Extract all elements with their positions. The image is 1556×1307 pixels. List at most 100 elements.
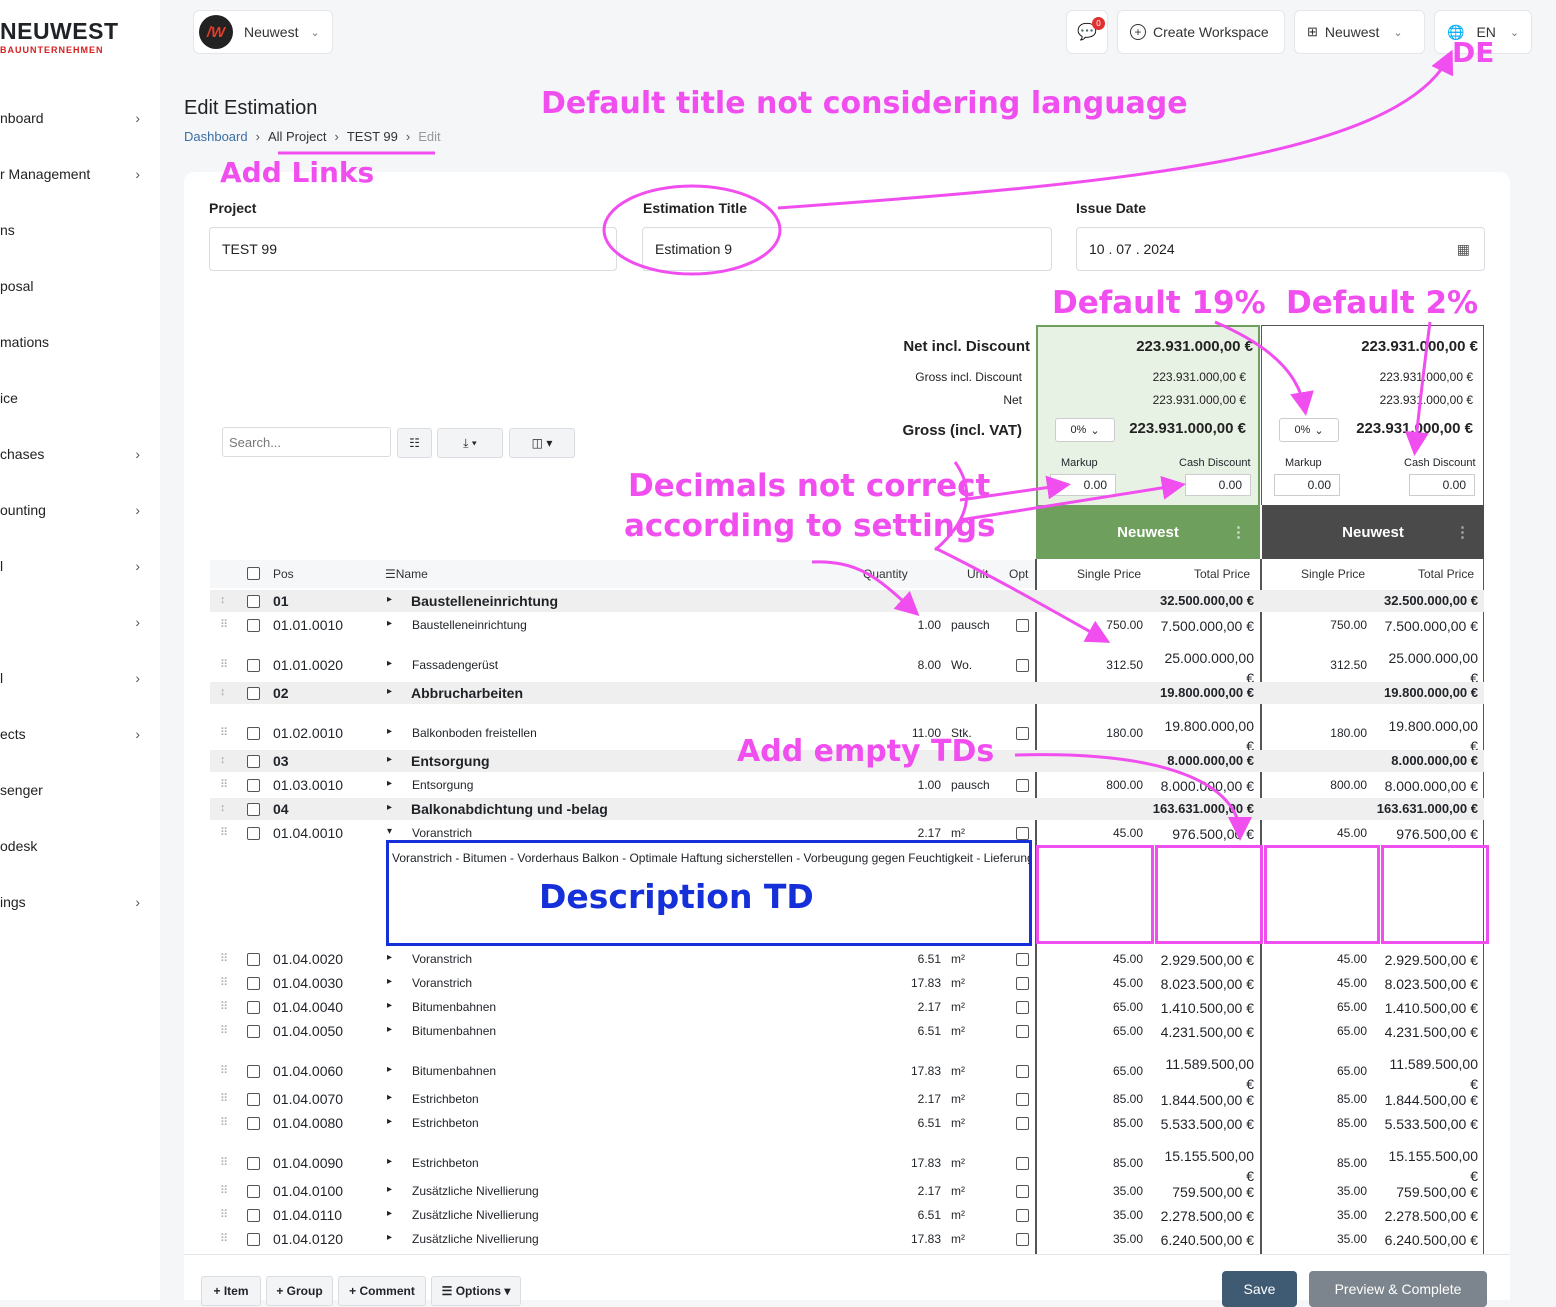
sidebar-item[interactable]: ice	[0, 390, 140, 406]
quantity-field[interactable]: 17.83	[758, 973, 943, 993]
optional-checkbox[interactable]	[1016, 1233, 1029, 1246]
sidebar-item[interactable]: ects ›	[0, 726, 140, 742]
quantity-field[interactable]: 2.17	[758, 1181, 943, 1201]
quantity-field[interactable]: 1.00	[758, 775, 943, 795]
brand-logo[interactable]: NEUWEST BAUUNTERNEHMEN	[0, 18, 119, 55]
row-checkbox[interactable]	[247, 1117, 260, 1130]
drag-handle-icon[interactable]: ↕	[220, 686, 226, 698]
single-price-2[interactable]: 35.00	[1265, 1184, 1367, 1198]
single-price-2[interactable]: 65.00	[1265, 1000, 1367, 1014]
expand-caret-icon[interactable]: ▸	[387, 1092, 392, 1103]
single-price-1[interactable]: 85.00	[1040, 1116, 1143, 1130]
optional-checkbox[interactable]	[1016, 1093, 1029, 1106]
drag-handle-icon[interactable]: ⠿	[220, 826, 228, 839]
single-price-2[interactable]: 180.00	[1265, 726, 1367, 740]
columns-button[interactable]: ◫ ▾	[509, 428, 575, 458]
sidebar-item[interactable]: ings ›	[0, 894, 140, 910]
list-view-button[interactable]: ☷	[397, 428, 432, 458]
sidebar-item[interactable]: nboard ›	[0, 110, 140, 126]
single-price-1[interactable]: 85.00	[1040, 1092, 1143, 1106]
unit-field[interactable]: m²	[951, 1205, 991, 1225]
row-checkbox[interactable]	[247, 827, 260, 840]
drag-handle-icon[interactable]: ↕	[220, 802, 226, 814]
expand-caret-icon[interactable]: ▸	[387, 594, 392, 605]
table-row[interactable]: ⠿ 01.03.0010 ▸ Entsorgung 1.00 pausch 800.00 8.…	[210, 774, 1484, 796]
drag-handle-icon[interactable]: ⠿	[220, 1064, 228, 1077]
single-price-2[interactable]: 85.00	[1265, 1092, 1367, 1106]
table-row[interactable]: ⠿ 01.04.0030 ▸ Voranstrich 17.83 m² 45.00 8.023…	[210, 972, 1484, 994]
supplier-header-1[interactable]: Neuwest ⋮	[1036, 505, 1260, 559]
unit-field[interactable]: m²	[951, 1153, 991, 1173]
table-row[interactable]: ⠿ 01.04.0100 ▸ Zusätzliche Nivellierung 2.17…	[210, 1180, 1484, 1202]
quantity-field[interactable]: 6.51	[758, 1205, 943, 1225]
chat-button[interactable]: 💬 0	[1066, 10, 1108, 54]
expand-caret-icon[interactable]: ▸	[387, 1232, 392, 1243]
unit-field[interactable]: pausch	[951, 615, 991, 635]
row-checkbox[interactable]	[247, 953, 260, 966]
optional-checkbox[interactable]	[1016, 619, 1029, 632]
single-price-1[interactable]: 65.00	[1040, 1000, 1143, 1014]
row-checkbox[interactable]	[247, 1157, 260, 1170]
drag-handle-icon[interactable]: ⠿	[220, 1116, 228, 1129]
drag-handle-icon[interactable]: ⠿	[220, 1156, 228, 1169]
row-checkbox[interactable]	[247, 779, 260, 792]
add-group-button[interactable]: + Group	[266, 1276, 333, 1306]
quantity-field[interactable]: 6.51	[758, 949, 943, 969]
drag-handle-icon[interactable]: ⠿	[220, 1232, 228, 1245]
single-price-1[interactable]: 65.00	[1040, 1064, 1143, 1078]
drag-handle-icon[interactable]: ⠿	[220, 1208, 228, 1221]
col2-cash-discount-input[interactable]: 0.00	[1409, 474, 1475, 496]
expand-caret-icon[interactable]: ▸	[387, 754, 392, 765]
single-price-2[interactable]: 800.00	[1265, 778, 1367, 792]
col1-vat-select[interactable]: 0% ⌄	[1055, 418, 1115, 442]
calendar-icon[interactable]: ▦	[1457, 241, 1470, 258]
supplier-header-2[interactable]: Neuwest ⋮	[1262, 505, 1484, 559]
sidebar-item[interactable]: posal	[0, 278, 140, 294]
item-name-field[interactable]: Fassadengerüst	[410, 655, 752, 675]
breadcrumb-dashboard[interactable]: Dashboard	[184, 129, 248, 144]
single-price-1[interactable]: 35.00	[1040, 1184, 1143, 1198]
row-checkbox[interactable]	[247, 803, 260, 816]
single-price-2[interactable]: 45.00	[1265, 952, 1367, 966]
org-selector[interactable]: /W Neuwest ⌄	[193, 10, 333, 54]
quantity-field[interactable]: 6.51	[758, 1113, 943, 1133]
estimation-title-field[interactable]: Estimation 9	[642, 227, 1052, 271]
drag-handle-icon[interactable]: ⠿	[220, 778, 228, 791]
single-price-2[interactable]: 85.00	[1265, 1116, 1367, 1130]
drag-handle-icon[interactable]: ↕	[220, 594, 226, 606]
expand-caret-icon[interactable]: ▸	[387, 658, 392, 669]
expand-caret-icon[interactable]: ▾	[387, 826, 392, 837]
optional-checkbox[interactable]	[1016, 1065, 1029, 1078]
row-checkbox[interactable]	[247, 755, 260, 768]
more-vertical-icon[interactable]: ⋮	[1231, 523, 1246, 541]
table-row[interactable]: ⠿ 01.04.0090 ▸ Estrichbeton 17.83 m² 85.00 15.1…	[210, 1146, 1484, 1184]
item-name-field[interactable]: Bitumenbahnen	[410, 1061, 752, 1081]
table-row[interactable]: ⠿ 01.04.0070 ▸ Estrichbeton 2.17 m² 85.00 1.844…	[210, 1088, 1484, 1110]
expand-caret-icon[interactable]: ▸	[387, 778, 392, 789]
row-checkbox[interactable]	[247, 727, 260, 740]
item-name-field[interactable]: Bitumenbahnen	[410, 1021, 752, 1041]
single-price-1[interactable]: 312.50	[1040, 658, 1143, 672]
sidebar-item[interactable]: ›	[0, 614, 140, 630]
unit-field[interactable]: m²	[951, 949, 991, 969]
row-checkbox[interactable]	[247, 1065, 260, 1078]
drag-handle-icon[interactable]: ⠿	[220, 1024, 228, 1037]
table-row[interactable]: ⠿ 01.01.0010 ▸ Baustelleneinrichtung 1.00 pau…	[210, 614, 1484, 636]
sidebar-item[interactable]: odesk	[0, 838, 140, 854]
sidebar-item[interactable]: r Management ›	[0, 166, 140, 182]
single-price-1[interactable]: 45.00	[1040, 952, 1143, 966]
expand-caret-icon[interactable]: ▸	[387, 726, 392, 737]
row-checkbox[interactable]	[247, 619, 260, 632]
table-row[interactable]: ⠿ 01.04.0020 ▸ Voranstrich 6.51 m² 45.00 2.929.…	[210, 948, 1484, 970]
optional-checkbox[interactable]	[1016, 827, 1029, 840]
drag-handle-icon[interactable]: ⠿	[220, 618, 228, 631]
project-field[interactable]: TEST 99	[209, 227, 617, 271]
single-price-2[interactable]: 45.00	[1265, 826, 1367, 840]
optional-checkbox[interactable]	[1016, 953, 1029, 966]
optional-checkbox[interactable]	[1016, 1025, 1029, 1038]
table-row[interactable]: ⠿ 01.04.0060 ▸ Bitumenbahnen 17.83 m² 65.00 11.…	[210, 1054, 1484, 1092]
table-row[interactable]: ⠿ 01.04.0120 ▸ Zusätzliche Nivellierung 17.8…	[210, 1228, 1484, 1250]
breadcrumb-project[interactable]: TEST 99	[347, 129, 398, 144]
sidebar-item[interactable]: mations	[0, 334, 140, 350]
single-price-1[interactable]: 35.00	[1040, 1208, 1143, 1222]
